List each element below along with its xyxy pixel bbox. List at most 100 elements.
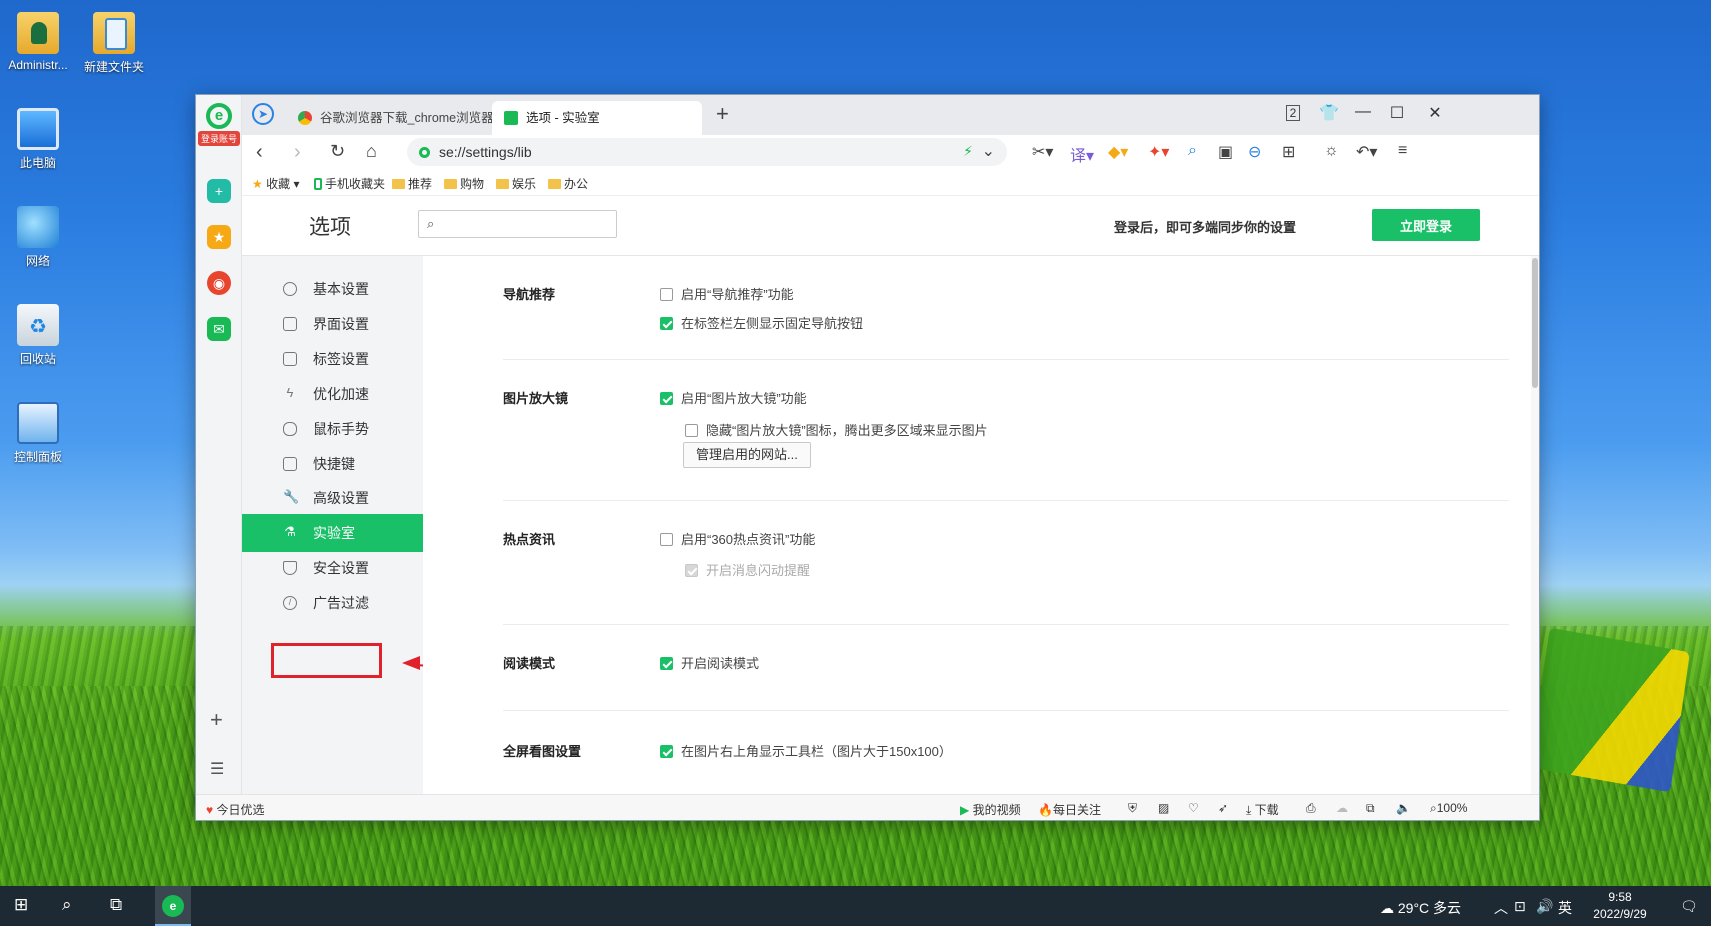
system-clock[interactable]: 9:58 2022/9/29 <box>1580 889 1660 923</box>
login-now-button[interactable]: 立即登录 <box>1372 209 1480 241</box>
image-icon[interactable]: ▨ <box>1158 801 1169 815</box>
search-icon[interactable]: ⌕ <box>62 895 72 915</box>
list-menu-icon[interactable]: ☰ <box>210 759 224 779</box>
lightning-icon[interactable]: ⚡ <box>963 143 973 160</box>
checkbox[interactable] <box>660 392 673 405</box>
desktop-icon-network[interactable]: 网络 <box>0 206 76 269</box>
desktop-icon-control-panel[interactable]: 控制面板 <box>0 402 76 465</box>
menu-item-shortcuts[interactable]: 快捷键 <box>242 445 423 483</box>
desktop-icon-administrator[interactable]: Administr... <box>0 12 76 72</box>
skin-shirt-icon[interactable]: 👕 <box>1312 103 1346 123</box>
home-button[interactable]: ⌂ <box>366 141 377 162</box>
checkbox-zoom-enable[interactable]: 启用“图片放大镜”功能 <box>660 388 807 407</box>
menu-item-adblock[interactable]: / 广告过滤 <box>242 584 423 622</box>
checkbox[interactable] <box>660 317 673 330</box>
chevron-down-icon[interactable]: ⌄ <box>982 141 995 161</box>
add-sidebar-icon[interactable]: + <box>210 707 223 733</box>
my-videos[interactable]: ▶ 我的视频 <box>960 801 1021 818</box>
desktop-icon-this-pc[interactable]: 此电脑 <box>0 108 76 171</box>
shield-coin-icon[interactable]: ◆▾ <box>1108 142 1128 162</box>
menu-item-advanced[interactable]: 🔧 高级设置 <box>242 479 423 517</box>
close-button[interactable]: ✕ <box>1418 103 1452 123</box>
search-icon[interactable]: ⌕ <box>1188 142 1197 160</box>
account-login[interactable]: e 登录账号 <box>198 103 240 146</box>
speaker-icon[interactable]: 🔈 <box>1396 801 1411 815</box>
translate-icon[interactable]: 译▾ <box>1070 142 1094 166</box>
weather-widget[interactable]: ☁ 29°C 多云 <box>1380 898 1461 918</box>
content-scrollbar[interactable] <box>1531 256 1539 794</box>
checkbox-reading-enable[interactable]: 开启阅读模式 <box>660 653 759 672</box>
scrollbar-thumb[interactable] <box>1532 258 1538 388</box>
menu-item-lab[interactable]: ⚗ 实验室 <box>242 514 423 552</box>
checkbox-nav-fixed-button[interactable]: 在标签栏左侧显示固定导航按钮 <box>660 313 863 332</box>
menu-item-mouse[interactable]: 鼠标手势 <box>242 410 423 448</box>
tab-count-button[interactable]: 2 <box>1276 105 1310 121</box>
ime-indicator[interactable]: 英 <box>1558 898 1572 918</box>
printer-icon[interactable]: ⎙ <box>1306 801 1316 816</box>
checkbox[interactable] <box>660 288 673 301</box>
volume-icon[interactable]: 🔊 <box>1536 898 1553 915</box>
health-icon[interactable]: ♡ <box>1188 801 1199 815</box>
cloud-icon[interactable]: ☁ <box>1336 801 1348 815</box>
bookmark-favorites[interactable]: ★ 收藏 ▾ <box>252 175 299 192</box>
daily-focus[interactable]: 🔥每日关注 <box>1038 801 1101 818</box>
menu-item-optimize[interactable]: ϟ 优化加速 <box>242 375 423 413</box>
scissors-icon[interactable]: ✂▾ <box>1032 142 1053 162</box>
menu-item-security[interactable]: 安全设置 <box>242 549 423 587</box>
checkbox[interactable] <box>685 424 698 437</box>
bookmark-folder[interactable]: 推荐 <box>392 175 432 192</box>
mail-icon[interactable]: ✉ <box>207 317 231 341</box>
settings-search[interactable]: ⌕ <box>418 210 617 238</box>
shield-icon[interactable]: ⛨ <box>1128 801 1137 816</box>
favorites-star-icon[interactable]: ★ <box>207 225 231 249</box>
checkbox-hot-enable[interactable]: 启用“360热点资讯”功能 <box>660 529 815 548</box>
download-button[interactable]: ⤓ 下载 <box>1246 801 1279 818</box>
bookmark-folder[interactable]: 娱乐 <box>496 175 536 192</box>
windows-start-icon[interactable]: ⊞ <box>14 895 28 915</box>
address-url[interactable]: se://settings/lib <box>439 144 532 160</box>
menu-item-interface[interactable]: 界面设置 <box>242 305 423 343</box>
network-icon[interactable]: ⊡ <box>1514 898 1526 915</box>
reader-icon[interactable]: ▣ <box>1218 142 1233 162</box>
maximize-button[interactable]: ☐ <box>1380 103 1414 123</box>
checkbox-fullscreen-toolbar[interactable]: 在图片右上角显示工具栏（图片大于150x100） <box>660 741 952 760</box>
apps-grid-icon[interactable]: ⊞ <box>1282 142 1295 162</box>
bookmark-mobile[interactable]: 手机收藏夹 <box>314 175 385 192</box>
zoom-control[interactable]: ⌕100% <box>1430 801 1467 816</box>
manage-sites-button[interactable]: 管理启用的网站... <box>683 442 811 468</box>
menu-item-tabs[interactable]: 标签设置 <box>242 340 423 378</box>
undo-icon[interactable]: ↶▾ <box>1356 142 1377 162</box>
plus-service-icon[interactable]: + <box>207 179 231 203</box>
reload-button[interactable]: ↻ <box>330 141 345 162</box>
tab-chrome-download[interactable]: 谷歌浏览器下载_chrome浏览器官 <box>286 101 500 135</box>
menu-item-basic[interactable]: 基本设置 <box>242 270 423 308</box>
game-icon[interactable]: ✦▾ <box>1148 142 1169 162</box>
desktop-icon-new-folder[interactable]: 新建文件夹 <box>76 12 152 75</box>
today-picks[interactable]: ♥ 今日优选 <box>206 801 264 818</box>
bookmark-folder[interactable]: 购物 <box>444 175 484 192</box>
weibo-icon[interactable]: ◉ <box>207 271 231 295</box>
notification-icon[interactable]: 🗨 <box>1680 898 1698 915</box>
desktop-icon-recycle-bin[interactable]: 回收站 <box>0 304 76 367</box>
taskbar-browser-button[interactable]: e <box>155 886 191 926</box>
back-button[interactable]: ‹ <box>256 141 263 164</box>
search-input[interactable] <box>445 214 611 234</box>
checkbox-zoom-hide-icon[interactable]: 隐藏“图片放大镜”图标，腾出更多区域来显示图片 <box>685 420 988 439</box>
forward-button[interactable]: › <box>294 141 301 164</box>
address-bar[interactable]: se://settings/lib ⚡ ⌄ <box>407 138 1007 166</box>
rocket-icon[interactable]: ➶ <box>1218 801 1228 815</box>
brightness-icon[interactable]: ☼ <box>1324 142 1339 160</box>
chevron-up-icon[interactable]: ︿ <box>1494 898 1508 918</box>
window-restore-icon[interactable]: ⧉ <box>1366 801 1375 816</box>
bookmark-folder[interactable]: 办公 <box>548 175 588 192</box>
checkbox-nav-enable[interactable]: 启用“导航推荐”功能 <box>660 284 794 303</box>
checkbox[interactable] <box>660 533 673 546</box>
minimize-button[interactable]: — <box>1346 103 1380 121</box>
new-tab-button[interactable]: + <box>716 101 729 127</box>
checkbox[interactable] <box>660 745 673 758</box>
main-menu-icon[interactable]: ≡ <box>1398 142 1407 160</box>
navigation-icon[interactable]: ➤ <box>252 103 274 125</box>
tab-settings-lab[interactable]: 选项 - 实验室 <box>492 101 702 135</box>
minus-circle-icon[interactable]: ⊖ <box>1248 142 1261 162</box>
task-view-icon[interactable]: ⧉ <box>110 895 122 915</box>
